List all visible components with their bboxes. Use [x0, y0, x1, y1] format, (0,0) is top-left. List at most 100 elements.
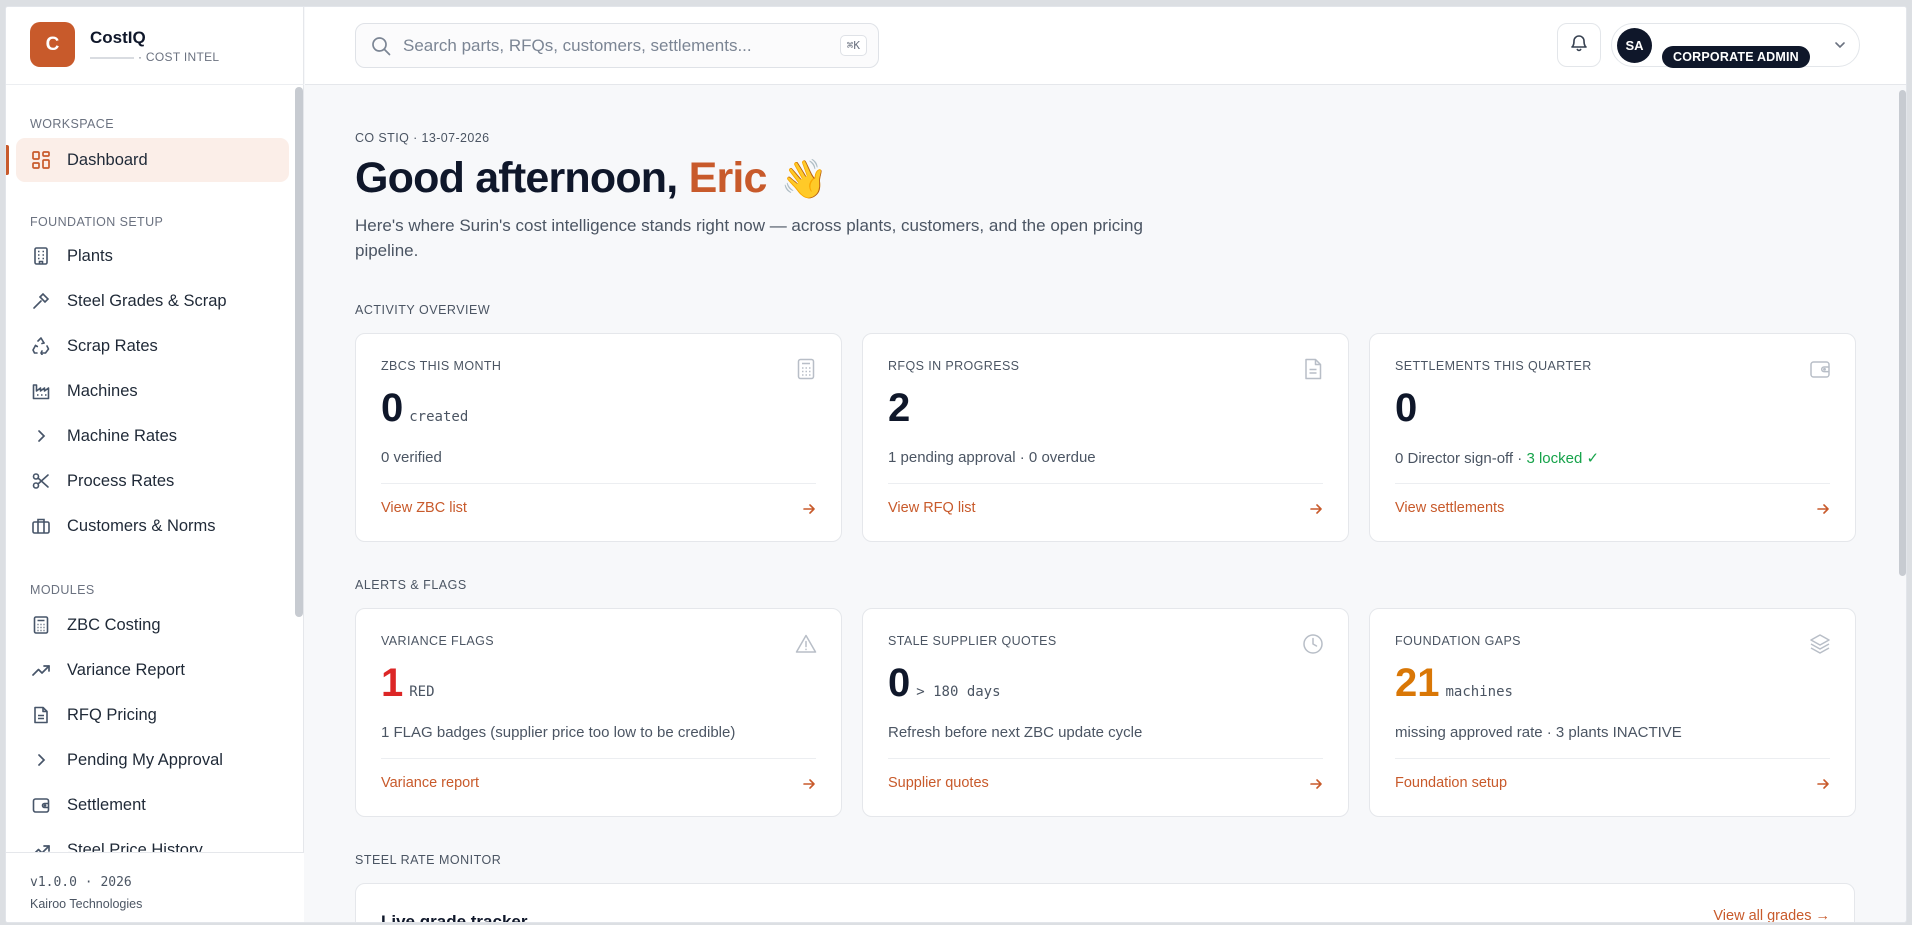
view-zbc-list-link[interactable]: View ZBC list	[381, 500, 467, 516]
variance-report-link[interactable]: Variance report	[381, 775, 479, 791]
card-settlements: SETTLEMENTS THIS QUARTER 0 0 Director si…	[1369, 333, 1856, 542]
card-title: RFQS IN PROGRESS	[888, 359, 1020, 373]
arrow-right-icon[interactable]	[802, 502, 816, 516]
sidebar-item-zbc-costing[interactable]: ZBC Costing	[16, 603, 289, 647]
search-icon	[371, 36, 391, 56]
sidebar-item-settlement[interactable]: Settlement	[16, 783, 289, 827]
search-input[interactable]	[403, 35, 840, 56]
card-unit: RED	[409, 684, 435, 700]
user-menu[interactable]: SA CORPORATE ADMIN	[1611, 23, 1860, 68]
view-all-grades-link[interactable]: View all grades →	[1713, 908, 1830, 922]
sidebar-item-label: Machines	[67, 381, 138, 400]
card-value: 1	[381, 661, 404, 705]
foundation-setup-link[interactable]: Foundation setup	[1395, 775, 1507, 791]
sidebar-item-label: Process Rates	[67, 471, 175, 490]
chevron-right-icon	[30, 749, 52, 771]
sidebar: C CostIQ · COST INTEL WORKSPACE Dashboar…	[6, 7, 304, 922]
card-unit: > 180 days	[916, 684, 1001, 700]
card-divider	[381, 483, 816, 484]
sidebar-item-steel-price-history[interactable]: Steel Price History	[16, 828, 289, 852]
wallet-icon	[1809, 358, 1831, 380]
building-icon	[30, 245, 52, 267]
view-settlements-link[interactable]: View settlements	[1395, 500, 1504, 516]
main-scrollbar[interactable]	[1899, 90, 1906, 576]
wallet-icon	[30, 794, 52, 816]
page-title: Good afternoon, Eric 👋	[355, 154, 828, 203]
sidebar-item-machine-rates[interactable]: Machine Rates	[16, 414, 289, 458]
chevron-down-icon	[1833, 38, 1847, 52]
notifications-button[interactable]	[1557, 23, 1601, 67]
arrow-right-icon[interactable]	[1816, 502, 1830, 516]
sidebar-footer: v1.0.0 · 2026 Kairoo Technologies	[6, 852, 304, 922]
card-title: STALE SUPPLIER QUOTES	[888, 634, 1057, 648]
card-divider	[888, 758, 1323, 759]
section-title-foundation: FOUNDATION SETUP	[30, 215, 164, 229]
factory-icon	[30, 380, 52, 402]
sidebar-item-variance-report[interactable]: Variance Report	[16, 648, 289, 692]
sidebar-item-label: Variance Report	[67, 660, 186, 679]
sidebar-item-label: Customers & Norms	[67, 516, 216, 535]
search-box[interactable]: ⌘K	[355, 23, 879, 68]
sidebar-item-label: Steel Price History	[67, 840, 203, 853]
search-shortcut-badge: ⌘K	[839, 35, 867, 56]
card-stale-quotes: STALE SUPPLIER QUOTES 0 > 180 days Refre…	[862, 608, 1349, 817]
section-label-alerts: ALERTS & FLAGS	[355, 578, 467, 592]
chevron-right-icon	[30, 425, 52, 447]
bell-icon	[1570, 34, 1588, 57]
page-intro: Here's where Surin's cost intelligence s…	[355, 216, 1143, 260]
hammer-icon	[30, 290, 52, 312]
section-label-activity: ACTIVITY OVERVIEW	[355, 303, 491, 317]
brand-logo[interactable]: C	[30, 22, 75, 67]
locked-status: 3 locked ✓	[1526, 450, 1600, 467]
document-icon	[30, 704, 52, 726]
supplier-quotes-link[interactable]: Supplier quotes	[888, 775, 989, 791]
sidebar-item-rfq-pricing[interactable]: RFQ Pricing	[16, 693, 289, 737]
trending-up-icon	[30, 839, 52, 852]
sidebar-item-process-rates[interactable]: Process Rates	[16, 459, 289, 503]
section-title-workspace: WORKSPACE	[30, 117, 114, 131]
card-metric: 0	[1395, 386, 1423, 431]
card-divider	[381, 758, 816, 759]
recycle-icon	[30, 335, 52, 357]
trending-up-icon	[30, 659, 52, 681]
sidebar-item-steel-grades[interactable]: Steel Grades & Scrap	[16, 279, 289, 323]
card-value: 0	[888, 661, 911, 705]
sidebar-item-label: Steel Grades & Scrap	[67, 291, 227, 310]
arrow-right-icon[interactable]	[1309, 777, 1323, 791]
sidebar-item-scrap-rates[interactable]: Scrap Rates	[16, 324, 289, 368]
card-variance-flags: VARIANCE FLAGS 1 RED 1 FLAG badges (supp…	[355, 608, 842, 817]
layers-icon	[1809, 633, 1831, 655]
active-indicator	[6, 145, 9, 175]
card-subtext: 0 Director sign-off · 3 locked ✓	[1395, 449, 1599, 467]
brand: C CostIQ · COST INTEL	[6, 7, 304, 85]
arrow-right-icon[interactable]	[1309, 502, 1323, 516]
card-subtext: 0 verified	[381, 449, 442, 466]
arrow-right-icon[interactable]	[802, 777, 816, 791]
card-subtext-main: 0 Director sign-off ·	[1395, 450, 1527, 467]
sidebar-item-plants[interactable]: Plants	[16, 234, 289, 278]
sidebar-item-pending-approval[interactable]: Pending My Approval	[16, 738, 289, 782]
sidebar-item-machines[interactable]: Machines	[16, 369, 289, 413]
card-subtext: 1 pending approval · 0 overdue	[888, 449, 1096, 466]
card-value: 0	[381, 386, 404, 430]
card-value: 21	[1395, 661, 1440, 705]
app-window: C CostIQ · COST INTEL WORKSPACE Dashboar…	[5, 6, 1907, 923]
card-divider	[888, 483, 1323, 484]
sidebar-scrollbar[interactable]	[295, 87, 303, 617]
card-subtext: missing approved rate · 3 plants INACTIV…	[1395, 724, 1682, 741]
card-foundation-gaps: FOUNDATION GAPS 21 machines missing appr…	[1369, 608, 1856, 817]
role-badge: CORPORATE ADMIN	[1662, 46, 1810, 68]
greeting-prefix: Good afternoon,	[355, 154, 678, 202]
section-label-steel: STEEL RATE MONITOR	[355, 853, 502, 867]
view-rfq-list-link[interactable]: View RFQ list	[888, 500, 976, 516]
sidebar-item-customers-norms[interactable]: Customers & Norms	[16, 504, 289, 548]
sidebar-item-label: ZBC Costing	[67, 615, 161, 634]
sidebar-item-label: Scrap Rates	[67, 336, 158, 355]
card-rfqs: RFQS IN PROGRESS 2 1 pending approval · …	[862, 333, 1349, 542]
card-metric: 1 RED	[381, 661, 435, 706]
sidebar-item-dashboard[interactable]: Dashboard	[16, 138, 289, 182]
company-label: Kairoo Technologies	[30, 897, 143, 911]
section-title-modules: MODULES	[30, 583, 95, 597]
sidebar-item-label: Machine Rates	[67, 426, 178, 445]
arrow-right-icon[interactable]	[1816, 777, 1830, 791]
